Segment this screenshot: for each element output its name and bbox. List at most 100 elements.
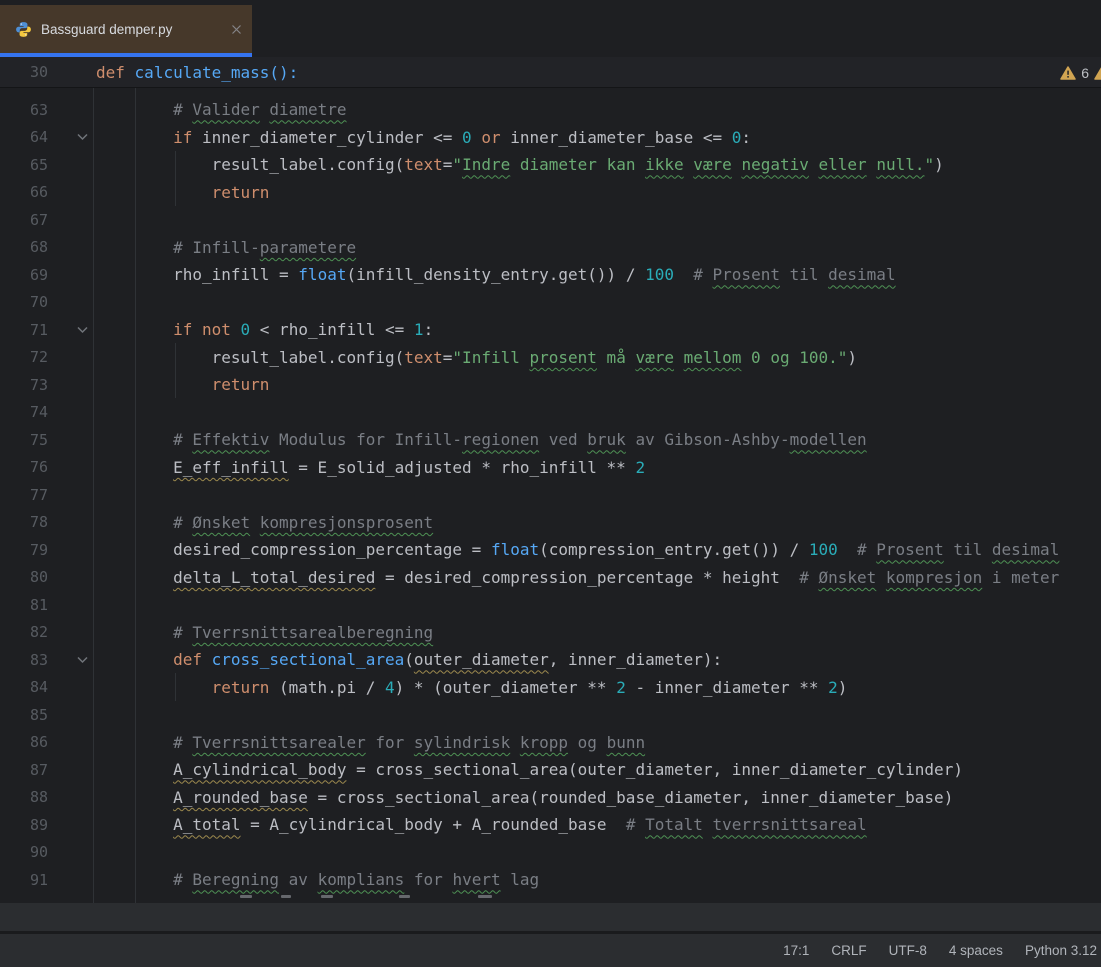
status-item-caret-position[interactable]: 17:1	[783, 943, 809, 958]
sticky-function-header[interactable]: 30 def calculate_mass(): 6	[0, 57, 1101, 88]
status-item-line-separator[interactable]: CRLF	[831, 943, 866, 958]
code-segment	[96, 815, 173, 834]
status-item-indent-style[interactable]: 4 spaces	[949, 943, 1003, 958]
code-line-78[interactable]: 78 # Ønsket kompresjonsprosent	[0, 509, 1101, 537]
code-line-90[interactable]: 90	[0, 839, 1101, 867]
code-line-85[interactable]: 85	[0, 701, 1101, 729]
tab-title: Bassguard demper.py	[41, 22, 172, 37]
code-line-79[interactable]: 79 desired_compression_percentage = floa…	[0, 536, 1101, 564]
code-line-88[interactable]: 88 A_rounded_base = cross_sectional_area…	[0, 784, 1101, 812]
line-number[interactable]: 70	[0, 293, 48, 311]
code-segment: 100	[645, 265, 674, 284]
line-number[interactable]: 64	[0, 128, 48, 146]
code-segment: delta_L_total_desired	[173, 568, 375, 587]
code-segment	[96, 760, 173, 779]
code-segment: kompresjonsprosent	[260, 513, 433, 532]
code-line-80[interactable]: 80 delta_L_total_desired = desired_compr…	[0, 564, 1101, 592]
code-segment: #	[173, 100, 192, 119]
line-number[interactable]: 81	[0, 596, 48, 614]
line-number[interactable]: 74	[0, 403, 48, 421]
code-line-71[interactable]: 71 if not 0 < rho_infill <= 1:	[0, 316, 1101, 344]
code-segment: mellom	[684, 348, 742, 367]
line-number[interactable]: 83	[0, 651, 48, 669]
line-number[interactable]: 69	[0, 266, 48, 284]
code-segment	[703, 815, 713, 834]
code-line-84[interactable]: 84 return (math.pi / 4) * (outer_diamete…	[0, 674, 1101, 702]
code-segment: modellen	[790, 430, 867, 449]
code-text: result_label.config(text="Indre diameter…	[96, 155, 944, 174]
code-segment	[96, 513, 173, 532]
fold-chevron-icon[interactable]	[76, 656, 89, 664]
clipped-line-fragment	[478, 895, 492, 898]
line-number[interactable]: 75	[0, 431, 48, 449]
code-segment: Beregning	[192, 870, 279, 889]
line-number[interactable]: 76	[0, 458, 48, 476]
fold-chevron-icon[interactable]	[76, 133, 89, 141]
line-number[interactable]: 87	[0, 761, 48, 779]
code-segment	[250, 513, 260, 532]
status-item-file-encoding[interactable]: UTF-8	[889, 943, 927, 958]
code-segment: av Gibson-Ashby-	[626, 430, 790, 449]
editor-tab-bassguard-demper[interactable]: Bassguard demper.py	[0, 5, 252, 53]
sticky-line-number: 30	[0, 63, 48, 81]
code-text: A_rounded_base = cross_sectional_area(ro…	[96, 788, 953, 807]
line-number[interactable]: 85	[0, 706, 48, 724]
line-number[interactable]: 71	[0, 321, 48, 339]
code-line-68[interactable]: 68 # Infill-parametere	[0, 234, 1101, 262]
line-number[interactable]: 67	[0, 211, 48, 229]
code-line-69[interactable]: 69 rho_infill = float(infill_density_ent…	[0, 261, 1101, 289]
line-number[interactable]: 78	[0, 513, 48, 531]
line-number[interactable]: 73	[0, 376, 48, 394]
line-number[interactable]: 68	[0, 238, 48, 256]
code-line-82[interactable]: 82 # Tverrsnittsarealberegning	[0, 619, 1101, 647]
line-number[interactable]: 66	[0, 183, 48, 201]
line-number[interactable]: 89	[0, 816, 48, 834]
code-line-72[interactable]: 72 result_label.config(text="Infill pros…	[0, 344, 1101, 372]
code-line-66[interactable]: 66 return	[0, 179, 1101, 207]
code-segment: desimal	[992, 540, 1059, 559]
code-line-87[interactable]: 87 A_cylindrical_body = cross_sectional_…	[0, 756, 1101, 784]
code-segment	[96, 788, 173, 807]
fold-chevron-icon[interactable]	[76, 326, 89, 334]
code-segment: være	[693, 155, 732, 174]
code-line-77[interactable]: 77	[0, 481, 1101, 509]
line-number[interactable]: 84	[0, 678, 48, 696]
code-line-64[interactable]: 64 if inner_diameter_cylinder <= 0 or in…	[0, 124, 1101, 152]
code-line-83[interactable]: 83 def cross_sectional_area(outer_diamet…	[0, 646, 1101, 674]
code-line-67[interactable]: 67	[0, 206, 1101, 234]
code-line-70[interactable]: 70	[0, 289, 1101, 317]
inspections-widget[interactable]: 6	[1060, 57, 1101, 88]
code-text: # Tverrsnittsarealberegning	[96, 623, 433, 642]
tab-close-icon[interactable]	[231, 24, 242, 35]
line-number[interactable]: 80	[0, 568, 48, 586]
line-number[interactable]: 88	[0, 788, 48, 806]
status-item-python-interpreter[interactable]: Python 3.12	[1025, 943, 1097, 958]
code-segment: hvert	[452, 870, 500, 889]
code-segment: #	[173, 733, 192, 752]
code-segment: Ønsket	[192, 513, 250, 532]
code-line-81[interactable]: 81	[0, 591, 1101, 619]
code-line-86[interactable]: 86 # Tverrsnittsarealer for sylindrisk k…	[0, 729, 1101, 757]
code-line-65[interactable]: 65 result_label.config(text="Indre diame…	[0, 151, 1101, 179]
code-text: # Tverrsnittsarealer for sylindrisk krop…	[96, 733, 645, 752]
line-number[interactable]: 91	[0, 871, 48, 889]
line-number[interactable]: 90	[0, 843, 48, 861]
code-line-91[interactable]: 91 # Beregning av komplians for hvert la…	[0, 866, 1101, 894]
line-number[interactable]: 63	[0, 101, 48, 119]
line-number[interactable]: 77	[0, 486, 48, 504]
line-number[interactable]: 82	[0, 623, 48, 641]
code-segment: :	[741, 128, 751, 147]
line-number[interactable]: 72	[0, 348, 48, 366]
code-line-76[interactable]: 76 E_eff_infill = E_solid_adjusted * rho…	[0, 454, 1101, 482]
code-segment: eller	[819, 155, 867, 174]
code-editor[interactable]: 63 # Valider diametre64 if inner_diamete…	[0, 88, 1101, 903]
code-line-63[interactable]: 63 # Valider diametre	[0, 96, 1101, 124]
line-number[interactable]: 86	[0, 733, 48, 751]
code-line-75[interactable]: 75 # Effektiv Modulus for Infill-regione…	[0, 426, 1101, 454]
line-number[interactable]: 79	[0, 541, 48, 559]
line-number[interactable]: 65	[0, 156, 48, 174]
code-line-74[interactable]: 74	[0, 399, 1101, 427]
code-segment: def	[96, 63, 125, 82]
code-line-73[interactable]: 73 return	[0, 371, 1101, 399]
code-line-89[interactable]: 89 A_total = A_cylindrical_body + A_roun…	[0, 811, 1101, 839]
